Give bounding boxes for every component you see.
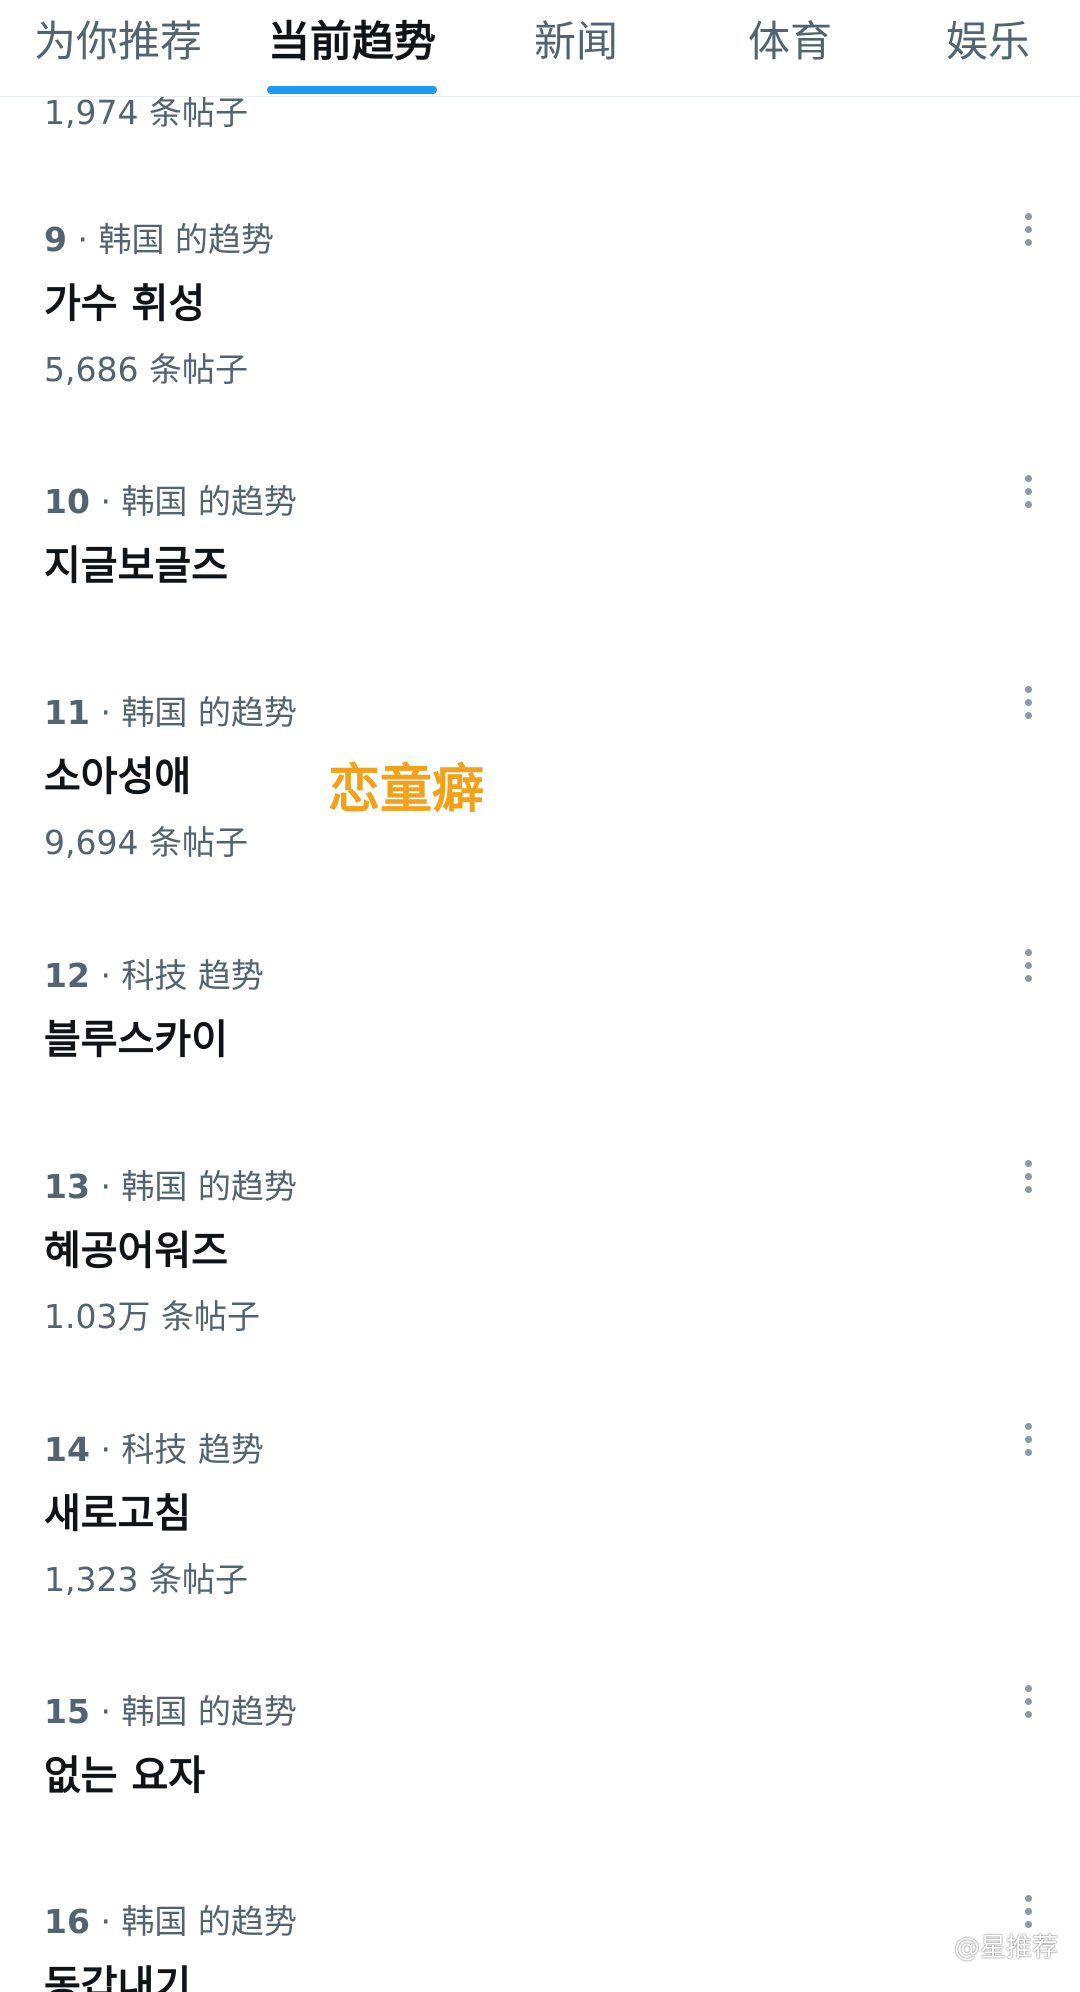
- trend-post-count: 9,694 条帖子: [44, 823, 248, 862]
- trend-rank: 14: [44, 1430, 90, 1469]
- tab-label: 新闻: [533, 17, 618, 66]
- trend-meta: 13 · 韩国 的趋势: [44, 1160, 297, 1208]
- trend-item[interactable]: 10 · 韩国 的趋势 지글보글즈: [0, 475, 1080, 615]
- more-options-icon[interactable]: [1016, 1423, 1040, 1465]
- trend-meta: 14 · 科技 趋势: [44, 1423, 264, 1471]
- active-tab-indicator: [267, 86, 437, 94]
- meta-separator: ·: [100, 693, 122, 732]
- trend-name: 블루스카이: [44, 1017, 228, 1063]
- trend-meta: 9 · 韩国 的趋势: [44, 213, 274, 261]
- trend-category: 韩国 的趋势: [121, 482, 297, 521]
- trend-item[interactable]: 15 · 韩国 的趋势 없는 요자: [0, 1685, 1080, 1825]
- trend-name: 혜공어워즈: [44, 1228, 228, 1274]
- trend-item[interactable]: 9 · 韩国 的趋势 가수 휘성 5,686 条帖子: [0, 213, 1080, 413]
- meta-separator: ·: [100, 1430, 122, 1469]
- more-options-icon[interactable]: [1016, 213, 1040, 255]
- meta-separator: ·: [77, 220, 99, 259]
- trend-category: 科技 趋势: [121, 1430, 264, 1469]
- meta-separator: ·: [100, 1167, 122, 1206]
- tab-sports[interactable]: 体育: [684, 0, 896, 96]
- more-options-icon[interactable]: [1016, 1685, 1040, 1727]
- meta-separator: ·: [100, 1692, 122, 1731]
- trend-category: 韩国 的趋势: [121, 1692, 297, 1731]
- trend-rank: 10: [44, 482, 90, 521]
- watermark: @星推荐: [953, 1933, 1058, 1963]
- trend-meta: 16 · 韩国 的趋势: [44, 1895, 297, 1943]
- trend-category: 科技 趋势: [121, 956, 264, 995]
- trend-post-count: 5,686 条帖子: [44, 350, 248, 389]
- trend-category: 韩国 的趋势: [121, 1167, 297, 1206]
- trend-item[interactable]: 13 · 韩国 的趋势 혜공어워즈 1.03万 条帖子: [0, 1160, 1080, 1360]
- meta-separator: ·: [100, 956, 122, 995]
- tab-label: 当前趋势: [267, 17, 436, 66]
- tab-label: 体育: [747, 17, 832, 66]
- trend-name: 새로고침: [44, 1491, 192, 1537]
- trend-category: 韩国 的趋势: [121, 1902, 297, 1941]
- more-options-icon[interactable]: [1016, 475, 1040, 517]
- trend-rank: 12: [44, 956, 90, 995]
- trend-item[interactable]: 16 · 韩国 的趋势 동갑내기: [0, 1895, 1080, 1992]
- trend-meta: 12 · 科技 趋势: [44, 949, 264, 997]
- tab-label: 娱乐: [945, 17, 1030, 66]
- more-options-icon[interactable]: [1016, 949, 1040, 991]
- trend-rank: 11: [44, 693, 90, 732]
- trend-name: 가수 휘성: [44, 281, 206, 327]
- meta-separator: ·: [100, 482, 122, 521]
- overlay-caption: 恋童癖: [328, 760, 485, 820]
- tab-for-you[interactable]: 为你推荐: [0, 0, 236, 96]
- trend-name: 지글보글즈: [44, 543, 228, 589]
- trend-post-count: 1.03万 条帖子: [44, 1297, 260, 1336]
- trend-post-count: 1,323 条帖子: [44, 1560, 248, 1599]
- trend-rank: 13: [44, 1167, 90, 1206]
- trend-rank: 9: [44, 220, 67, 259]
- trend-item[interactable]: 12 · 科技 趋势 블루스카이: [0, 949, 1080, 1089]
- trend-rank: 16: [44, 1902, 90, 1941]
- trend-item[interactable]: 14 · 科技 趋势 새로고침 1,323 条帖子: [0, 1423, 1080, 1623]
- trend-name: 동갑내기: [44, 1963, 192, 1992]
- more-options-icon[interactable]: [1016, 686, 1040, 728]
- tab-news[interactable]: 新闻: [468, 0, 684, 96]
- trend-meta: 11 · 韩国 的趋势: [44, 686, 297, 734]
- more-options-icon[interactable]: [1016, 1160, 1040, 1202]
- trend-meta: 15 · 韩国 的趋势: [44, 1685, 297, 1733]
- trend-category: 韩国 的趋势: [98, 220, 274, 259]
- trend-category: 韩国 的趋势: [121, 693, 297, 732]
- trend-name: 소아성애: [44, 754, 192, 800]
- trend-tabs: 为你推荐 当前趋势 新闻 体育 娱乐: [0, 0, 1080, 97]
- tab-label: 为你推荐: [33, 17, 202, 66]
- trend-rank: 15: [44, 1692, 90, 1731]
- tab-entertainment[interactable]: 娱乐: [896, 0, 1080, 96]
- meta-separator: ·: [100, 1902, 122, 1941]
- trend-item[interactable]: 11 · 韩国 的趋势 소아성애 9,694 条帖子: [0, 686, 1080, 886]
- trend-meta: 10 · 韩国 的趋势: [44, 475, 297, 523]
- tab-trending[interactable]: 当前趋势: [236, 0, 468, 96]
- trend-name: 없는 요자: [44, 1753, 206, 1799]
